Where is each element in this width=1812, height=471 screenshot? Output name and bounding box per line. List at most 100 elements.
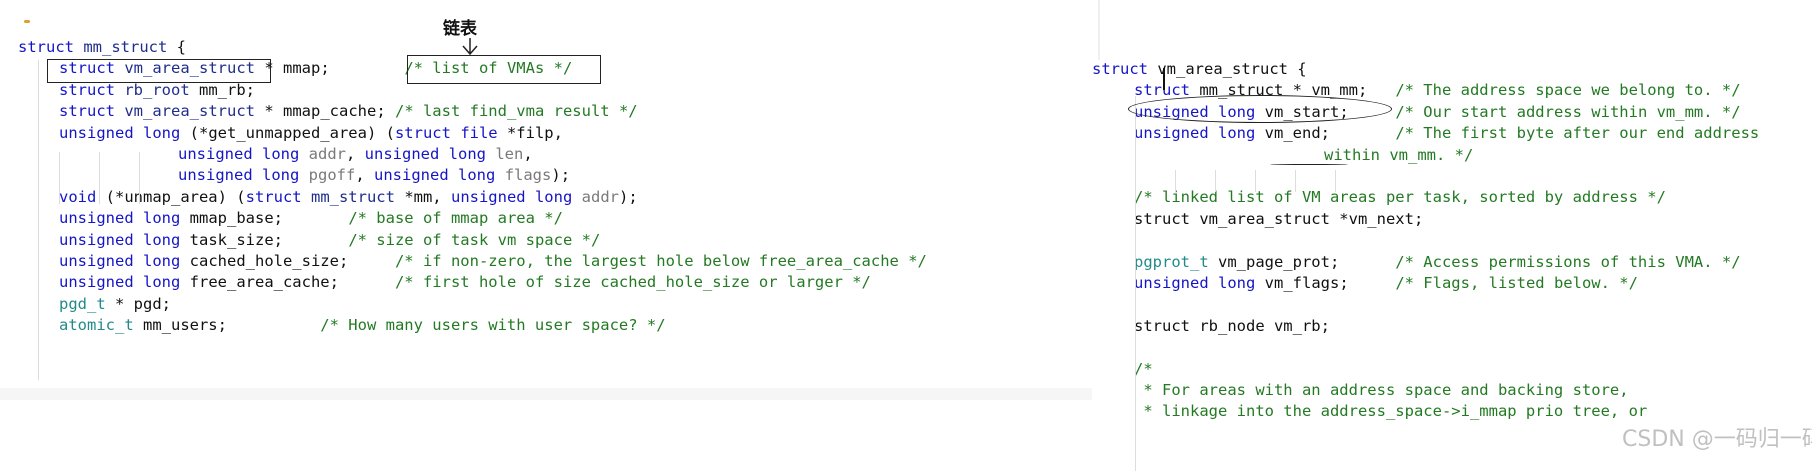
watermark: CSDN @一码归一码 <box>1622 427 1812 452</box>
code-token: *mm, <box>394 187 451 206</box>
code-line: unsigned long task_size; /* size of task… <box>59 228 600 252</box>
code-token: unsigned long <box>178 166 300 185</box>
code-token: { <box>167 38 187 56</box>
indent-guide <box>1335 170 1336 192</box>
code-line: * linkage into the address_space->i_mmap… <box>1134 399 1647 423</box>
code-token: vm_flags; <box>1255 274 1396 292</box>
code-token: vm_page_prot; <box>1208 252 1396 271</box>
code-line: /* linked list of VM areas per task, sor… <box>1134 185 1666 209</box>
code-token: struct <box>18 38 74 56</box>
code-token: mm_users; <box>133 316 321 335</box>
underline-vm-end <box>1270 164 1348 165</box>
code-token: /* How many users with user space? */ <box>320 316 666 335</box>
code-line: * For areas with an address space and ba… <box>1134 378 1629 402</box>
code-token: /* linked list of VM areas per task, sor… <box>1134 188 1666 207</box>
code-line: unsigned long vm_end; /* The first byte … <box>1134 121 1759 145</box>
code-token: free_area_cache; <box>180 273 395 292</box>
code-token: struct <box>59 80 115 99</box>
code-token: unsigned long <box>1134 274 1256 292</box>
code-token: rb_root <box>124 80 190 99</box>
code-token: struct <box>1092 60 1148 78</box>
code-line: struct vm_area_struct *vm_next; <box>1134 207 1423 231</box>
code-token: , <box>346 145 365 163</box>
code-token: /* The first byte after our end address <box>1395 124 1760 143</box>
code-token: /* Our start address within vm_mm. */ <box>1395 102 1741 121</box>
down-arrow-icon <box>462 38 478 56</box>
annotation-label: 链表 <box>443 19 477 39</box>
code-token: pgd_t <box>59 294 106 313</box>
code-token: unsigned long <box>178 145 300 163</box>
code-token: file <box>460 123 498 142</box>
code-token: cached_hole_size; <box>180 252 395 270</box>
text-cursor <box>1163 68 1165 90</box>
code-token: * pgd; <box>105 294 171 313</box>
code-token: mm_struct <box>310 187 395 206</box>
code-token: struct <box>394 123 451 142</box>
code-token: /* The address space we belong to. */ <box>1395 81 1741 100</box>
code-token: , <box>355 166 375 185</box>
code-line: atomic_t mm_users; /* How many users wit… <box>59 313 666 337</box>
code-token: * For areas with an address space and ba… <box>1134 381 1629 399</box>
code-token: * linkage into the address_space->i_mmap… <box>1134 402 1648 421</box>
code-token: /* first hole of size cached_hole_size o… <box>394 273 871 292</box>
code-token: pgoff <box>308 166 356 185</box>
right-code-screenshot: struct vm_area_struct {struct mm_struct … <box>1092 60 1812 471</box>
code-token: unsigned long <box>364 145 486 163</box>
code-token: /* Flags, listed below. */ <box>1395 274 1638 292</box>
code-token: len <box>495 145 524 163</box>
code-token: task_size; <box>180 230 349 249</box>
code-token: ); <box>551 166 571 185</box>
code-token: struct vm_area_struct *vm_next; <box>1134 209 1424 228</box>
code-line: pgprot_t vm_page_prot; /* Access permiss… <box>1134 250 1741 274</box>
code-token: mmap_base; <box>180 209 349 228</box>
code-token: vm_area_struct <box>124 102 255 121</box>
code-token: mm_struct <box>83 38 168 56</box>
code-token: *filp, <box>497 123 563 142</box>
code-line: unsigned long pgoff, unsigned long flags… <box>178 163 570 187</box>
code-token: , <box>523 145 533 163</box>
indent-guide <box>1295 170 1296 192</box>
code-token: unsigned long <box>374 166 496 185</box>
orange-marker <box>24 20 30 23</box>
code-token: unsigned long <box>59 273 181 292</box>
indent-guide <box>1135 96 1136 471</box>
indent-guide <box>1215 170 1216 192</box>
code-token: unsigned long <box>59 123 181 142</box>
code-line: struct mm_struct { <box>18 35 186 59</box>
code-token: * mmap; <box>255 59 405 78</box>
code-token: atomic_t <box>59 316 134 335</box>
code-line: unsigned long mmap_base; /* base of mmap… <box>59 206 563 230</box>
code-token: /* if non-zero, the largest hole below f… <box>394 252 927 270</box>
left-code-screenshot: struct mm_struct { struct vm_area_struct … <box>0 0 1100 400</box>
highlight-box-vm-area-struct <box>47 59 271 83</box>
indent-guide <box>1175 170 1176 192</box>
code-token: unsigned long <box>59 209 181 228</box>
code-line: unsigned long (*get_unmapped_area) (stru… <box>59 121 563 145</box>
code-token: * mmap_cache; <box>255 102 395 121</box>
code-line: unsigned long vm_flags; /* Flags, listed… <box>1134 271 1638 295</box>
indent-guide <box>1255 170 1256 192</box>
code-line: struct vm_area_struct * mmap_cache; /* l… <box>59 99 638 123</box>
code-token: /* base of mmap area */ <box>348 209 563 228</box>
code-line: void (*unmap_area) (struct mm_struct *mm… <box>59 185 638 209</box>
code-token: /* last find_vma result */ <box>394 102 638 121</box>
code-token: addr <box>308 145 346 163</box>
code-token: unsigned long <box>59 252 181 270</box>
code-token: void <box>59 187 97 206</box>
indent-guide <box>38 60 39 380</box>
code-token: flags <box>504 166 552 185</box>
code-line: unsigned long addr, unsigned long len, <box>178 142 533 166</box>
code-token: pgprot_t <box>1134 252 1209 271</box>
code-token: struct rb_node vm_rb; <box>1134 316 1330 335</box>
code-line: unsigned long cached_hole_size; /* if no… <box>59 249 927 273</box>
code-token: struct <box>245 187 302 206</box>
code-line: struct rb_node vm_rb; <box>1134 314 1330 338</box>
